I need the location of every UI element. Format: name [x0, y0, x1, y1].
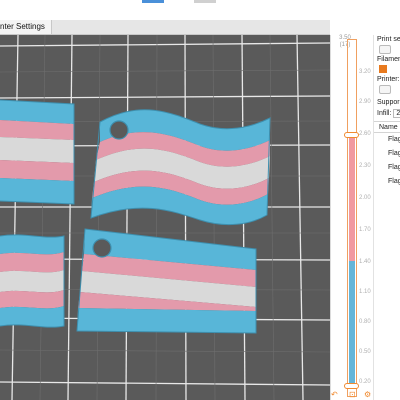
flag-model-wavy-top[interactable]	[90, 109, 271, 225]
flag-model-flat-bottom[interactable]	[76, 228, 257, 334]
slider-range-upper	[349, 135, 355, 261]
printer-button[interactable]	[379, 85, 391, 94]
slider-icons: ↶ ⊡ ⚙	[331, 390, 373, 400]
3d-viewport[interactable]	[0, 35, 330, 400]
filament-label: Filamen	[377, 56, 400, 63]
build-plate-scene[interactable]	[0, 35, 330, 400]
layer-slider[interactable]: 3.50 (17) 3.20 2.90 2.60 2.30 2.00 1.70 …	[330, 35, 373, 400]
name-column-header: Name	[379, 124, 398, 131]
lock-icon[interactable]: ⊡	[349, 390, 356, 399]
object-list-item[interactable]: Flag	[388, 149, 400, 158]
hanging-hole	[92, 238, 112, 258]
settings-sidebar: Print se Filamen Printer: Suppor Infill:…	[373, 35, 400, 400]
bed-grid	[0, 35, 330, 400]
tab-strip: nter Settings	[0, 20, 330, 35]
object-list-item[interactable]: Flag	[388, 163, 400, 172]
object-list-item[interactable]: Flag	[388, 177, 400, 186]
print-settings-label: Print se	[377, 36, 400, 43]
lower-thumb[interactable]	[344, 383, 359, 389]
infill-label: Infill:	[377, 110, 392, 117]
infill-input[interactable]: 2	[393, 109, 400, 118]
object-list-item[interactable]: Flag	[388, 135, 400, 144]
active-tab-indicator[interactable]	[142, 0, 164, 3]
infill-row: Infill: 2	[377, 109, 400, 118]
upper-thumb[interactable]	[344, 132, 359, 138]
top-toolbar	[0, 0, 400, 20]
tab-indicator[interactable]	[194, 0, 216, 3]
flag-model-bottom-left[interactable]	[0, 234, 65, 328]
print-settings-button[interactable]	[379, 45, 391, 54]
gear-icon[interactable]: ⚙	[364, 390, 371, 399]
object-list-header: Name	[374, 121, 400, 133]
supports-label: Suppor	[377, 99, 400, 106]
undo-icon[interactable]: ↶	[331, 390, 338, 399]
flag-model-top-left[interactable]	[0, 99, 75, 205]
printer-label: Printer:	[377, 76, 400, 83]
hanging-hole	[109, 120, 129, 140]
filament-color-swatch[interactable]	[379, 65, 387, 73]
slider-range-lower	[349, 261, 355, 387]
tab-printer-settings[interactable]: nter Settings	[0, 20, 52, 34]
bed-minor-grid	[0, 35, 330, 400]
